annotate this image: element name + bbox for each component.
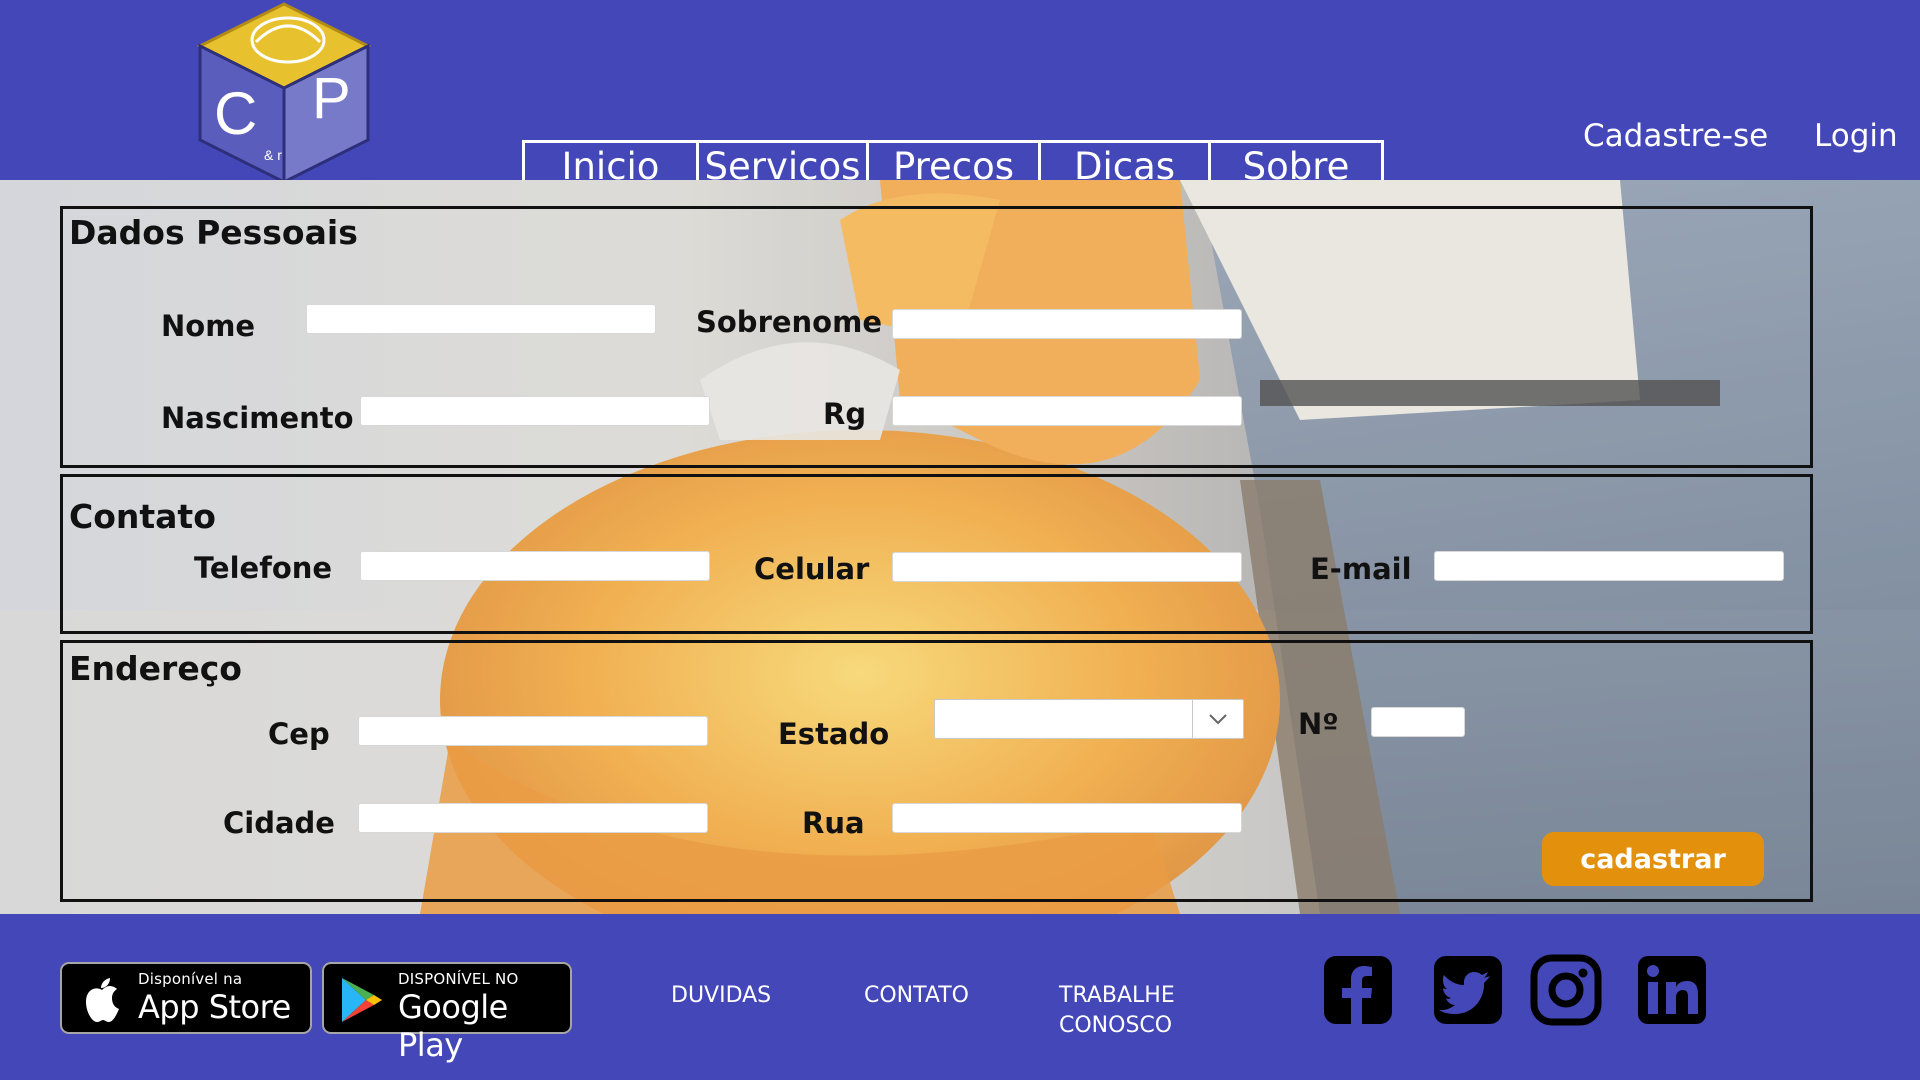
app-store-big-text: App Store bbox=[138, 988, 291, 1026]
nome-label: Nome bbox=[161, 309, 256, 343]
rua-label: Rua bbox=[802, 806, 865, 840]
google-play-small-text: DISPONÍVEL NO bbox=[398, 970, 519, 988]
signup-link[interactable]: Cadastre-se bbox=[1583, 118, 1768, 154]
sobrenome-input[interactable] bbox=[892, 309, 1242, 339]
app-store-small-text: Disponível na bbox=[138, 970, 243, 988]
celular-label: Celular bbox=[754, 552, 870, 586]
hero-section: Dados Pessoais Nome Sobrenome Nascimento… bbox=[0, 180, 1920, 914]
nav-sobre[interactable]: Sobre bbox=[1211, 143, 1381, 188]
chevron-down-icon[interactable] bbox=[1192, 700, 1243, 738]
google-play-big-text: Google Play bbox=[398, 988, 508, 1064]
estado-select[interactable] bbox=[934, 699, 1244, 739]
email-label: E-mail bbox=[1310, 552, 1412, 586]
nascimento-input[interactable] bbox=[360, 396, 710, 426]
cidade-label: Cidade bbox=[223, 806, 335, 840]
personal-data-title: Dados Pessoais bbox=[69, 213, 358, 252]
login-link[interactable]: Login bbox=[1814, 118, 1898, 154]
estado-label: Estado bbox=[778, 717, 890, 751]
footer-link-contato[interactable]: CONTATO bbox=[864, 981, 969, 1011]
facebook-icon[interactable] bbox=[1322, 954, 1394, 1026]
cep-input[interactable] bbox=[358, 716, 708, 746]
logo[interactable]: C P & r bbox=[196, 0, 372, 184]
logo-letter-c: C bbox=[214, 80, 257, 147]
apple-icon bbox=[86, 978, 119, 1022]
footer-link-trabalhe-conosco[interactable]: TRABALHE CONOSCO bbox=[1059, 981, 1175, 1041]
twitter-icon[interactable] bbox=[1432, 954, 1504, 1026]
cadastrar-button[interactable]: cadastrar bbox=[1542, 832, 1764, 886]
site-header: C P & r Inicio Servicos Precos Dicas Sob… bbox=[0, 0, 1920, 188]
nome-input[interactable] bbox=[306, 304, 656, 334]
nav-inicio[interactable]: Inicio bbox=[525, 143, 699, 188]
nascimento-label: Nascimento bbox=[161, 401, 354, 435]
sobrenome-label: Sobrenome bbox=[696, 305, 882, 339]
address-title: Endereço bbox=[69, 649, 242, 688]
nav-servicos[interactable]: Servicos bbox=[699, 143, 869, 188]
logo-decoration: & r bbox=[264, 147, 282, 163]
rg-input[interactable] bbox=[892, 396, 1242, 426]
instagram-icon[interactable] bbox=[1530, 954, 1602, 1026]
nav-precos[interactable]: Precos bbox=[869, 143, 1041, 188]
contact-title: Contato bbox=[69, 497, 216, 536]
contact-panel: Contato Telefone Celular E-mail bbox=[60, 474, 1813, 634]
nav-dicas[interactable]: Dicas bbox=[1041, 143, 1211, 188]
main-nav: Inicio Servicos Precos Dicas Sobre bbox=[522, 140, 1384, 188]
telefone-input[interactable] bbox=[360, 551, 710, 581]
rua-input[interactable] bbox=[892, 803, 1242, 833]
logo-letter-p: P bbox=[312, 66, 351, 131]
google-play-icon bbox=[342, 978, 382, 1022]
rg-label: Rg bbox=[823, 397, 867, 431]
footer-link-duvidas[interactable]: DUVIDAS bbox=[671, 981, 771, 1011]
site-footer: Disponível na App Store DISPONÍVEL NO Go… bbox=[0, 914, 1920, 1080]
linkedin-icon[interactable] bbox=[1636, 954, 1708, 1026]
cep-label: Cep bbox=[268, 717, 330, 751]
celular-input[interactable] bbox=[892, 552, 1242, 582]
email-input[interactable] bbox=[1434, 551, 1784, 581]
google-play-badge[interactable]: DISPONÍVEL NO Google Play bbox=[322, 962, 572, 1064]
personal-data-panel: Dados Pessoais Nome Sobrenome Nascimento… bbox=[60, 206, 1813, 468]
numero-label: Nº bbox=[1298, 707, 1339, 741]
telefone-label: Telefone bbox=[194, 551, 333, 585]
numero-input[interactable] bbox=[1371, 707, 1465, 737]
cidade-input[interactable] bbox=[358, 803, 708, 833]
app-store-badge[interactable]: Disponível na App Store bbox=[60, 962, 312, 1034]
